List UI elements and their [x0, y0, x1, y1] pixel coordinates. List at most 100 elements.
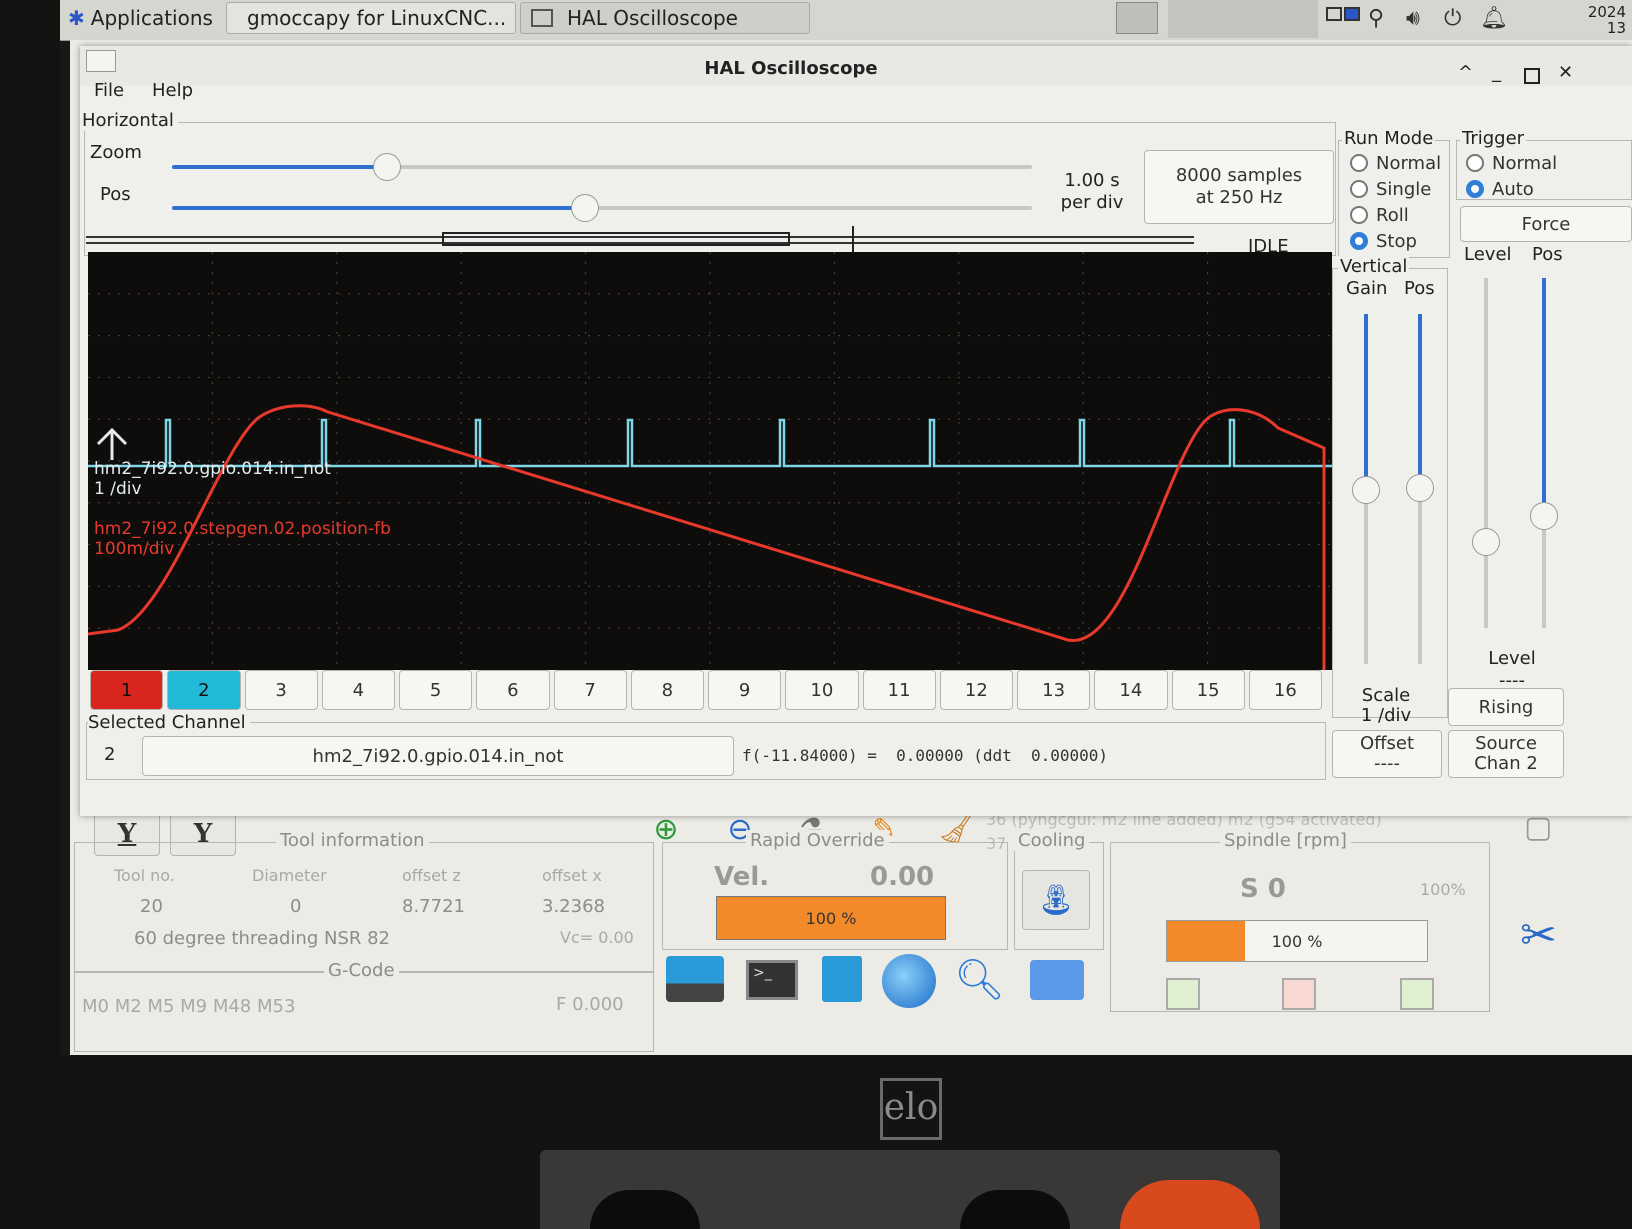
trace-ch2-scale: 1 /div: [94, 479, 142, 499]
record-position-bar[interactable]: [86, 226, 1194, 252]
folder-icon[interactable]: [1030, 960, 1084, 1000]
spindle-reverse-icon[interactable]: [1400, 978, 1434, 1010]
notification-bell-icon[interactable]: 🔔︎: [1480, 6, 1508, 31]
run-mode-title: Run Mode: [1342, 128, 1436, 149]
spindle-forward-icon[interactable]: [1166, 978, 1200, 1010]
power-icon[interactable]: ⏻: [1444, 6, 1461, 31]
channel-14-button[interactable]: 14: [1094, 670, 1168, 710]
force-trigger-button[interactable]: Force: [1460, 206, 1632, 242]
trigger-mode-auto-radio[interactable]: Auto: [1466, 176, 1557, 202]
channel-16-button[interactable]: 16: [1248, 670, 1322, 710]
active-gcodes: M0 M2 M5 M9 M48 M53: [82, 996, 296, 1017]
clock[interactable]: 2024 13: [1526, 4, 1626, 36]
trigger-source-label: Source: [1475, 733, 1537, 754]
channel-15-button[interactable]: 15: [1171, 670, 1245, 710]
vertical-gain-slider[interactable]: [1352, 314, 1380, 664]
trigger-mode-option-label: Normal: [1492, 152, 1558, 174]
run-mode-normal-radio[interactable]: Normal: [1350, 150, 1441, 176]
channel-11-button[interactable]: 11: [862, 670, 936, 710]
offset-z-value: 8.7721: [402, 896, 465, 917]
vertical-gain-handle[interactable]: [1352, 476, 1380, 504]
channel-4-button[interactable]: 4: [321, 670, 395, 710]
task-gmoccapy[interactable]: gmoccapy for LinuxCNC...: [226, 2, 516, 34]
zoom-slider-fill: [172, 165, 387, 169]
vertical-pos-slider[interactable]: [1406, 314, 1434, 664]
trigger-pos-handle[interactable]: [1530, 502, 1558, 530]
time-per-div: 1.00 s per div: [1052, 170, 1132, 214]
close-icon[interactable]: ✕: [1558, 62, 1573, 83]
selected-channel-source-button[interactable]: hm2_7i92.0.gpio.014.in_not: [142, 736, 734, 776]
tool-description: 60 degree threading NSR 82: [134, 928, 391, 949]
coolant-tap-icon: ⛲︎: [1036, 882, 1076, 918]
rapid-override-bar[interactable]: 100 %: [716, 896, 946, 940]
minimize-icon[interactable]: _: [1492, 62, 1501, 83]
search-icon[interactable]: 🔍︎: [954, 956, 1005, 1003]
run-mode-roll-radio[interactable]: Roll: [1350, 202, 1441, 228]
menu-file[interactable]: File: [94, 80, 124, 101]
terminal-icon[interactable]: >_: [746, 960, 798, 1000]
pos-slider-handle[interactable]: [570, 194, 599, 222]
workspace-switcher[interactable]: [1168, 0, 1318, 38]
channel-13-button[interactable]: 13: [1017, 670, 1091, 710]
globe-icon[interactable]: [882, 954, 936, 1008]
scope-display[interactable]: hm2_7i92.0.gpio.014.in_not 1 /div hm2_7i…: [88, 252, 1332, 670]
trigger-level-handle[interactable]: [1472, 528, 1500, 556]
channel-12-button[interactable]: 12: [939, 670, 1013, 710]
trigger-pos-slider[interactable]: [1530, 278, 1558, 628]
velocity-label: Vel.: [714, 862, 770, 892]
run-mode-single-radio[interactable]: Single: [1350, 176, 1441, 202]
channel-7-button[interactable]: 7: [553, 670, 627, 710]
vertical-offset-label: Offset: [1359, 733, 1415, 754]
horizontal-title: Horizontal: [82, 110, 178, 131]
channel-2-button[interactable]: 2: [167, 670, 241, 710]
applications-menu[interactable]: ✱ Applications: [68, 2, 213, 34]
vertical-offset-button[interactable]: Offset ----: [1332, 730, 1442, 778]
menu-help[interactable]: Help: [152, 80, 193, 101]
vertical-pos-handle[interactable]: [1406, 474, 1434, 502]
run-mode-radio-indicator: [1350, 154, 1368, 172]
trigger-marker: [852, 226, 854, 252]
network-icon[interactable]: [1326, 6, 1360, 32]
selected-channel-title: Selected Channel: [88, 712, 250, 733]
task-hal-oscilloscope[interactable]: HAL Oscilloscope: [520, 2, 810, 34]
desktop-icon[interactable]: [666, 956, 724, 1002]
feed-value: F 0.000: [556, 994, 624, 1015]
channel-buttons: 1 2 3 4 5 6 7 8 9 10 11 12 13 14 15 16: [90, 670, 1326, 710]
spindle-override-bar[interactable]: 100 %: [1166, 920, 1428, 962]
trigger-level-slider[interactable]: [1472, 278, 1500, 628]
shade-icon[interactable]: ^: [1458, 62, 1473, 83]
run-mode-stop-radio[interactable]: Stop: [1350, 228, 1441, 254]
vertical-title: Vertical: [1338, 256, 1410, 277]
channel-9-button[interactable]: 9: [708, 670, 782, 710]
user-tab-icon[interactable]: ▢: [1524, 810, 1568, 850]
spindle-stop-icon[interactable]: [1282, 978, 1316, 1010]
trigger-mode-radio-indicator: [1466, 154, 1484, 172]
channel-6-button[interactable]: 6: [476, 670, 550, 710]
channel-3-button[interactable]: 3: [244, 670, 318, 710]
maximize-icon[interactable]: [1524, 68, 1540, 84]
volume-icon[interactable]: 🔊︎: [1406, 6, 1420, 31]
file-cabinet-icon[interactable]: [822, 956, 862, 1002]
trigger-source-button[interactable]: Source Chan 2: [1448, 730, 1564, 778]
tool-edit-icon[interactable]: ✂: [1520, 910, 1557, 961]
elo-logo: elo: [880, 1078, 942, 1140]
channel-10-button[interactable]: 10: [785, 670, 859, 710]
zoom-label: Zoom: [90, 142, 142, 163]
coolant-button[interactable]: ⛲︎: [1022, 870, 1090, 930]
trigger-mode-normal-radio[interactable]: Normal: [1466, 150, 1557, 176]
zoom-slider-handle[interactable]: [373, 153, 401, 181]
acquire-settings-button[interactable]: 8000 samples at 250 Hz: [1144, 150, 1334, 224]
run-mode-option-label: Roll: [1376, 204, 1409, 226]
tool-no-value: 20: [140, 896, 163, 917]
channel-1-button[interactable]: 1: [90, 670, 164, 710]
offset-z-header: offset z: [402, 866, 461, 885]
usb-icon[interactable]: ⚲: [1368, 6, 1384, 31]
offset-x-header: offset x: [542, 866, 602, 885]
show-desktop-button[interactable]: [1116, 2, 1158, 34]
cursor-readout: f(-11.84000) = 0.00000 (ddt 0.00000): [742, 746, 1109, 765]
zoom-slider[interactable]: [172, 153, 1032, 181]
channel-8-button[interactable]: 8: [630, 670, 704, 710]
pos-slider[interactable]: [172, 194, 1032, 222]
trigger-edge-button[interactable]: Rising: [1448, 688, 1564, 726]
channel-5-button[interactable]: 5: [399, 670, 473, 710]
